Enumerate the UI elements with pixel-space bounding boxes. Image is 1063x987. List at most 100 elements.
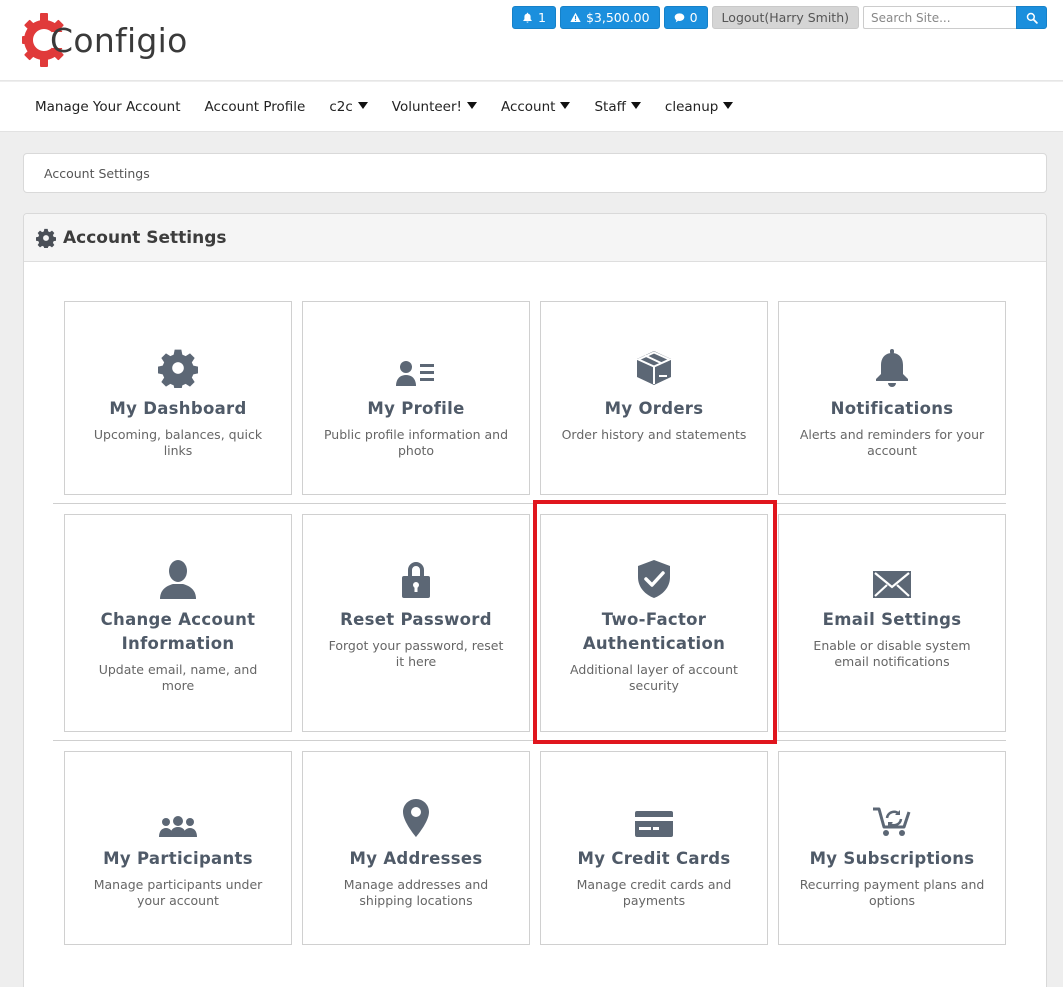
tile-description: Forgot your password, reset it here <box>328 638 504 669</box>
group-icon <box>159 816 197 837</box>
balance-button[interactable]: $3,500.00 <box>559 6 660 29</box>
nav-staff-dropdown[interactable]: Staff <box>594 98 641 115</box>
tile-notifications[interactable]: Notifications Alerts and reminders for y… <box>778 301 1006 495</box>
tile-icon-wrap <box>872 559 912 599</box>
nav-account-profile[interactable]: Account Profile <box>205 99 306 115</box>
nav-c2c-dropdown[interactable]: c2c <box>329 99 368 115</box>
breadcrumb-current: Account Settings <box>44 166 150 181</box>
logo-text: Configio <box>50 20 188 60</box>
top-toolbar: 1 $3,500.00 0 Logout(Harry Smith) <box>512 6 1047 29</box>
caret-down-icon <box>466 102 477 109</box>
tile-title: Reset Password <box>340 610 492 629</box>
caret-down-icon <box>357 102 368 109</box>
notifications-button[interactable]: 1 <box>512 6 556 29</box>
tile-description: Order history and statements <box>561 427 747 442</box>
tile-title: Two-Factor Authentication <box>582 610 726 653</box>
tile-reset-password[interactable]: Reset Password Forgot your password, res… <box>302 514 530 732</box>
bell-icon <box>523 12 532 23</box>
tile-title: My Participants <box>103 849 253 868</box>
panel-title: Account Settings <box>63 227 227 248</box>
shield-check-icon <box>638 560 670 598</box>
tile-two-factor-authentication[interactable]: Two-Factor Authentication Additional lay… <box>540 514 768 732</box>
nav-label: Account <box>500 98 556 115</box>
messages-count: 0 <box>689 10 698 25</box>
tile-icon-wrap <box>634 798 674 838</box>
tile-my-subscriptions[interactable]: My Subscriptions Recurring payment plans… <box>778 751 1006 945</box>
nav-cleanup-dropdown[interactable]: cleanup <box>664 98 734 115</box>
notifications-count: 1 <box>538 10 546 25</box>
tile-icon-wrap <box>400 559 432 599</box>
tile-description: Recurring payment plans and options <box>799 877 985 908</box>
nav-label: Account Profile <box>204 98 306 115</box>
tile-icon-wrap <box>872 798 912 838</box>
logout-button[interactable]: Logout(Harry Smith) <box>711 6 859 29</box>
tile-icon-wrap <box>158 798 198 838</box>
nav-label: Volunteer! <box>391 98 462 115</box>
tile-my-dashboard[interactable]: My Dashboard Upcoming, balances, quick l… <box>64 301 292 495</box>
site-logo[interactable]: Configio <box>22 12 188 68</box>
tile-icon-wrap <box>634 348 674 388</box>
caret-down-icon <box>723 102 734 109</box>
tile-title: My Dashboard <box>109 399 247 418</box>
tile-my-credit-cards[interactable]: My Credit Cards Manage credit cards and … <box>540 751 768 945</box>
tile-title: Change Account Information <box>100 610 256 653</box>
search-input[interactable] <box>863 6 1016 29</box>
tile-icon-wrap <box>636 559 672 599</box>
main-nav: Manage Your Account Account Profile c2c … <box>0 82 1063 132</box>
tile-change-account-information[interactable]: Change Account Information Update email,… <box>64 514 292 732</box>
tile-description: Upcoming, balances, quick links <box>93 427 263 458</box>
user-icon <box>160 560 196 599</box>
tile-title: My Subscriptions <box>809 849 975 868</box>
bell-icon <box>876 349 908 387</box>
tile-icon-wrap <box>396 348 436 388</box>
credit-card-icon <box>635 811 673 837</box>
tile-description: Public profile information and photo <box>323 427 509 458</box>
nav-label: Staff <box>594 98 626 115</box>
tile-icon-wrap <box>158 559 198 599</box>
tile-title: Notifications <box>830 399 954 418</box>
tile-description: Manage addresses and shipping locations <box>343 877 489 908</box>
tile-my-addresses[interactable]: My Addresses Manage addresses and shippi… <box>302 751 530 945</box>
cart-refresh-icon <box>873 807 911 836</box>
tile-title: Email Settings <box>822 610 962 629</box>
tile-icon-wrap <box>402 798 430 838</box>
box-icon <box>636 351 672 385</box>
site-search <box>863 6 1047 29</box>
tile-description: Update email, name, and more <box>98 662 258 693</box>
tile-description: Additional layer of account security <box>570 662 738 693</box>
tile-my-orders[interactable]: My Orders Order history and statements <box>540 301 768 495</box>
tile-description: Manage credit cards and payments <box>576 877 732 908</box>
tile-description: Enable or disable system email notificat… <box>813 638 971 669</box>
lock-icon <box>402 562 430 598</box>
messages-button[interactable]: 0 <box>663 6 708 29</box>
nav-label: Manage Your Account <box>35 98 181 115</box>
search-button[interactable] <box>1016 6 1047 29</box>
chat-bubble-icon <box>674 13 684 23</box>
tile-email-settings[interactable]: Email Settings Enable or disable system … <box>778 514 1006 732</box>
gear-icon <box>158 349 198 388</box>
tile-description: Alerts and reminders for your account <box>799 427 985 458</box>
search-icon <box>1026 12 1038 24</box>
gear-icon <box>36 228 56 248</box>
caret-down-icon <box>560 102 571 109</box>
tile-title: My Addresses <box>349 849 483 868</box>
tile-title: My Orders <box>604 399 704 418</box>
warning-icon <box>570 12 581 22</box>
tile-description: Manage participants under your account <box>93 877 263 908</box>
tile-icon-wrap <box>158 348 198 388</box>
tile-my-participants[interactable]: My Participants Manage participants unde… <box>64 751 292 945</box>
tile-title: My Profile <box>367 399 465 418</box>
balance-amount: $3,500.00 <box>585 10 650 25</box>
site-header: Configio 1 $3,500.00 0 Logout(Harry Smit… <box>0 0 1063 81</box>
nav-label: cleanup <box>664 98 719 115</box>
row-divider <box>53 503 1006 504</box>
nav-volunteer-dropdown[interactable]: Volunteer! <box>392 99 477 115</box>
breadcrumb: Account Settings <box>23 153 1047 193</box>
map-pin-icon <box>403 799 429 837</box>
tile-icon-wrap <box>874 348 910 388</box>
nav-manage-your-account[interactable]: Manage Your Account <box>35 99 181 115</box>
tile-my-profile[interactable]: My Profile Public profile information an… <box>302 301 530 495</box>
envelope-icon <box>873 571 911 598</box>
caret-down-icon <box>630 102 641 109</box>
nav-account-dropdown[interactable]: Account <box>501 99 571 115</box>
